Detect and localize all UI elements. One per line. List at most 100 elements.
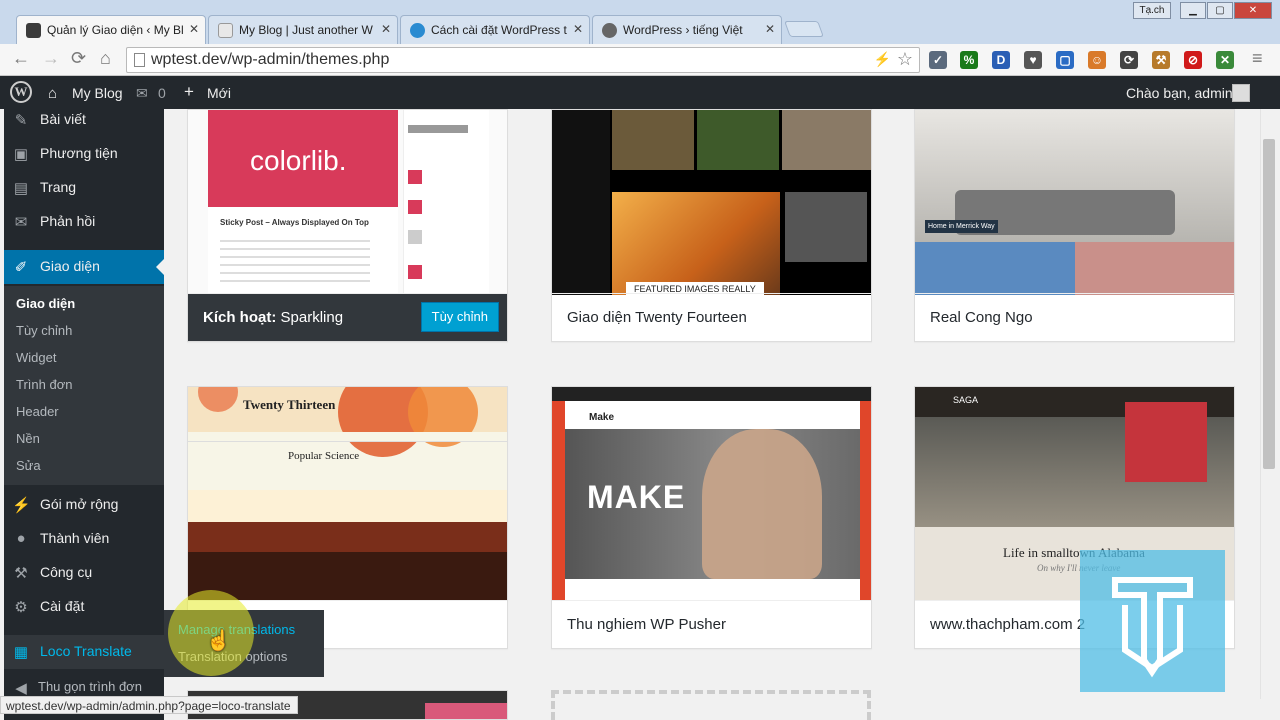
back-icon[interactable]: ← [12,48,30,69]
reload-icon[interactable]: ⟳ [71,48,86,69]
theme-card-real-cong-ngo[interactable]: Home in Merrick Way Real Cong Ngo [914,109,1235,342]
close-tab-icon[interactable]: ✕ [189,22,199,36]
puzzle-icon[interactable]: ✕ [1216,51,1234,69]
submenu-themes[interactable]: Giao diện [16,296,75,311]
menu-posts[interactable]: ✎ Bài viết [4,103,164,137]
home-icon[interactable]: ⌂ [48,85,57,102]
menu-label: Phương tiện [40,145,118,161]
close-tab-icon[interactable]: ✕ [381,22,391,36]
menu-media[interactable]: ▣ Phương tiện [4,137,164,171]
page-icon: ▤ [13,180,29,197]
address-bar[interactable]: ⚡ ☆ [126,47,920,73]
menu-comments[interactable]: ✉ Phản hồi [4,205,164,239]
customize-button[interactable]: Tùy chỉnh [420,302,499,332]
screenshot-icon[interactable]: ▢ [1056,51,1074,69]
tab-title: My Blog | Just another W [239,23,373,37]
chrome-menu-icon[interactable]: ≡ [1252,48,1263,69]
wp-admin-bar: W ⌂ My Blog ✉ 0 + Mới Chào bạn, admin [0,76,1280,109]
make-hero-text: MAKE [587,479,686,515]
forward-icon[interactable]: → [42,48,60,69]
submenu-header[interactable]: Header [16,404,59,419]
theme-name: Sparkling [280,309,344,326]
colorlib-logo: colorlib. [250,145,347,176]
theme-name: www.thachpham.com 2 [930,616,1086,633]
wordpress-favicon-icon [410,23,425,38]
new-content-link[interactable]: Mới [207,85,231,101]
block-icon[interactable]: ⊘ [1184,51,1202,69]
hammer-icon[interactable]: ⚒ [1152,51,1170,69]
browser-tab-wordpress-vn[interactable]: WordPress › tiếng Việt ✕ [592,15,782,44]
menu-label: Bài viết [40,111,86,127]
page-scrollbar[interactable] [1260,109,1277,699]
theme-name-bar: Giao diện Twenty Fourteen [552,293,871,341]
theme-screenshot: colorlib. Sticky Post – Always Displayed… [188,110,507,295]
avatar[interactable] [1232,84,1250,102]
submenu-menus[interactable]: Trình đơn [16,377,72,392]
tt-logo-icon [1112,577,1193,678]
face-icon[interactable]: ☺ [1088,51,1106,69]
theme-card-twenty-fourteen[interactable]: FEATURED IMAGES REALLY Giao diện Twenty … [551,109,872,342]
browser-tab-themes[interactable]: Quản lý Giao diện ‹ My Bl ✕ [16,15,206,44]
close-tab-icon[interactable]: ✕ [765,22,775,36]
menu-users[interactable]: ● Thành viên [4,522,164,556]
saga-logo: SAGA [953,395,979,405]
url-input[interactable] [151,49,871,71]
hand-cursor-icon: ☝ [206,630,231,652]
window-user-label: Tạ.ch [1133,2,1171,19]
add-new-theme-placeholder[interactable] [551,690,871,720]
sample-post-title: Sticky Post – Always Displayed On Top [220,218,369,227]
check-icon[interactable]: ✓ [929,51,947,69]
menu-appearance[interactable]: ✐ Giao diện [4,250,164,284]
d-icon[interactable]: D [992,51,1010,69]
submenu-customize[interactable]: Tùy chỉnh [16,323,72,338]
submenu-editor[interactable]: Sửa [16,458,41,473]
tab-title: Quản lý Giao diện ‹ My Bl [47,23,184,37]
property-caption: Home in Merrick Way [925,220,998,233]
wordpress-favicon-icon [602,23,617,38]
new-tab-button[interactable] [784,21,824,37]
menu-label: Thu gọn trình đơn [38,679,142,694]
menu-tools[interactable]: ⚒ Công cụ [4,556,164,590]
maximize-icon[interactable]: ▢ [1207,2,1233,19]
scrollbar-thumb[interactable] [1263,139,1275,469]
theme-screenshot: Home in Merrick Way [915,110,1234,295]
appearance-submenu: Giao diện Tùy chỉnh Widget Trình đơn Hea… [4,286,164,485]
theme-name: Thu nghiem WP Pusher [567,616,726,633]
percent-icon[interactable]: % [960,51,978,69]
tab-title: Cách cài đặt WordPress t [431,23,567,37]
menu-label: Gói mở rộng [40,496,119,512]
bookmark-star-icon[interactable]: ☆ [897,49,913,70]
active-label: Kích hoạt: [203,309,277,326]
comments-count[interactable]: 0 [158,85,166,101]
site-name-link[interactable]: My Blog [72,85,123,101]
user-greeting[interactable]: Chào bạn, admin [1126,85,1233,101]
close-tab-icon[interactable]: ✕ [573,22,583,36]
submenu-background[interactable]: Nền [16,431,40,446]
close-window-icon[interactable]: ✕ [1234,2,1272,19]
sync-icon[interactable]: ⟳ [1120,51,1138,69]
minimize-icon[interactable]: ▁ [1180,2,1206,19]
menu-pages[interactable]: ▤ Trang [4,171,164,205]
status-url-bar: wptest.dev/wp-admin/admin.php?page=loco-… [0,696,298,714]
sample-post-title: Popular Science [288,450,360,462]
browser-tab-blog[interactable]: My Blog | Just another W ✕ [208,15,398,44]
plus-icon[interactable]: + [184,82,194,102]
pocket-icon[interactable]: ♥ [1024,51,1042,69]
home-icon[interactable]: ⌂ [100,48,111,69]
tab-title: WordPress › tiếng Việt [623,23,743,37]
wordpress-logo-icon[interactable]: W [10,81,32,103]
submenu-widgets[interactable]: Widget [16,350,56,365]
theme-name: Giao diện Twenty Fourteen [567,309,747,326]
collapse-icon: ◀ [15,680,27,697]
comment-icon[interactable]: ✉ [136,85,148,102]
menu-label: Cài đặt [40,598,85,614]
menu-label: Loco Translate [40,643,132,659]
lightning-icon[interactable]: ⚡ [874,51,891,68]
theme-card-make[interactable]: Make MAKE Thu nghiem WP Pusher [551,386,872,649]
watermark-logo [1080,550,1225,692]
menu-settings[interactable]: ⚙ Cài đặt [4,590,164,624]
menu-plugins[interactable]: ⚡ Gói mở rộng [4,488,164,522]
theme-card-sparkling[interactable]: colorlib. Sticky Post – Always Displayed… [187,109,508,342]
menu-loco-translate[interactable]: ▦ Loco Translate [4,635,164,669]
browser-tab-install[interactable]: Cách cài đặt WordPress t ✕ [400,15,590,44]
